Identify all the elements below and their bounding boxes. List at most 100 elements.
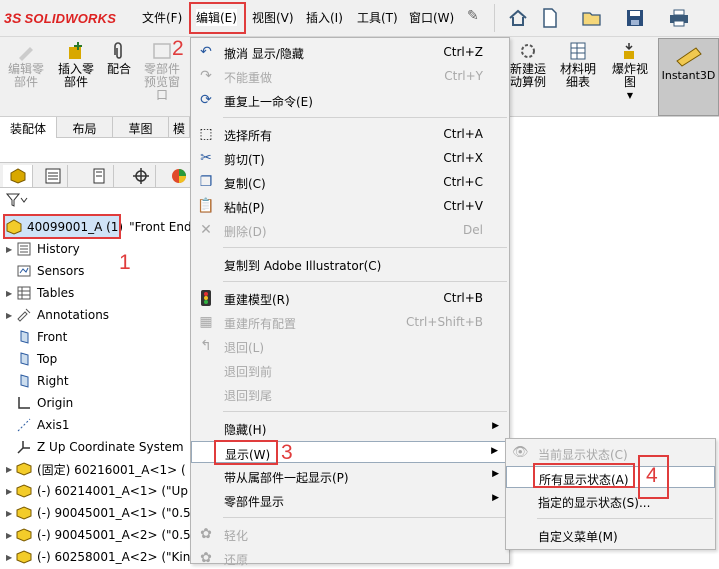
copy-icon: ❐ xyxy=(199,174,213,190)
filter-icon[interactable] xyxy=(5,192,28,212)
tree-item[interactable]: ▶ Tables xyxy=(6,283,74,303)
restore-label: 还原 xyxy=(224,553,249,567)
instant3d-label: Instant3D xyxy=(661,69,716,82)
menu-item-rollback: ↰ 退回(L) xyxy=(191,335,509,357)
menu-item-paste[interactable]: 📋 粘帖(P) Ctrl+V xyxy=(191,195,509,217)
insert-component-button[interactable]: 插入零 部件 xyxy=(54,41,98,89)
solidworks-logo[interactable]: 3S SOLIDWORKS xyxy=(4,9,116,27)
rebuild-all-shortcut: Ctrl+Shift+B xyxy=(406,315,483,329)
expand-arrow-icon[interactable]: ▶ xyxy=(6,465,16,474)
expand-arrow-icon[interactable]: ▶ xyxy=(6,553,16,562)
menu-item-undo[interactable]: ↶ 撤消 显示/隐藏 Ctrl+Z xyxy=(191,41,509,63)
tree-item[interactable]: Front xyxy=(6,327,67,347)
menu-item-repeat-last[interactable]: ⟳ 重复上一命令(E) xyxy=(191,89,509,111)
menu-item-show-with-dependents[interactable]: 带从属部件一起显示(P) ▶ xyxy=(191,465,509,487)
tab-assembly[interactable]: 装配体 xyxy=(0,117,57,138)
tree-item[interactable]: Origin xyxy=(6,393,73,413)
new-motion-study-button[interactable]: 新建运 动算例 xyxy=(508,41,548,89)
tree-item[interactable]: ▶ (固定) 60216001_A<1> ( xyxy=(6,459,186,479)
menu-item-select-all[interactable]: ⬚ 选择所有 Ctrl+A xyxy=(191,123,509,145)
dimxpert-tab-icon[interactable] xyxy=(126,165,156,187)
edit-component-label: 编辑零 部件 xyxy=(7,62,44,89)
copy-label: 复制(C) xyxy=(224,177,266,191)
tree-item[interactable]: ▶ Annotations xyxy=(6,305,109,325)
menu-item-component-display[interactable]: 零部件显示 ▶ xyxy=(191,489,509,511)
submenu-item-specified-states[interactable]: 指定的显示状态(S)... xyxy=(506,490,715,512)
tree-item-label: (-) 60258001_A<2> ("Kin xyxy=(37,550,191,564)
instant3d-button[interactable]: Instant3D xyxy=(658,38,719,116)
menu-separator xyxy=(223,247,507,248)
expand-arrow-icon[interactable]: ▶ xyxy=(6,289,16,298)
submenu-arrow-icon: ▶ xyxy=(491,446,498,456)
edit-component-button[interactable]: 编辑零 部件 xyxy=(6,41,46,89)
menu-insert[interactable]: 插入(I) xyxy=(306,9,343,26)
bom-label: 材料明 细表 xyxy=(559,62,596,89)
plane-icon xyxy=(16,373,32,389)
annotation-box-3 xyxy=(214,440,278,465)
mate-button[interactable]: 配合 xyxy=(104,41,134,76)
tree-item-label: (-) 90045001_A<1> ("0.5 xyxy=(37,506,191,520)
tree-item[interactable]: Z Up Coordinate System xyxy=(6,437,184,457)
mate-label: 配合 xyxy=(106,62,131,76)
customize-label: 自定义菜单(M) xyxy=(538,530,618,544)
dropdown-arrow-icon[interactable]: ▼ xyxy=(608,89,652,102)
tree-item[interactable]: ▶ (-) 90045001_A<2> ("0.5 xyxy=(6,525,191,545)
insert-component-icon xyxy=(69,42,82,59)
menu-view[interactable]: 视图(V) xyxy=(252,9,294,26)
feature-tree-tab-icon[interactable] xyxy=(3,165,33,187)
menu-window[interactable]: 窗口(W) xyxy=(409,9,454,26)
menu-item-rebuild[interactable]: 重建模型(R) Ctrl+B xyxy=(191,287,509,309)
tab-layout[interactable]: 布局 xyxy=(57,117,113,138)
tree-item[interactable]: Top xyxy=(6,349,57,369)
repeat-last-label: 重复上一命令(E) xyxy=(224,95,313,109)
plane-icon xyxy=(16,351,32,367)
expand-arrow-icon[interactable]: ▶ xyxy=(6,311,16,320)
new-file-icon[interactable] xyxy=(537,6,563,30)
pin-icon[interactable]: ✎ xyxy=(467,8,479,24)
configuration-manager-tab-icon[interactable] xyxy=(84,165,114,187)
home-icon[interactable] xyxy=(505,6,531,30)
tab-sketch[interactable]: 草图 xyxy=(113,117,169,138)
tree-item[interactable]: Axis1 xyxy=(6,415,70,435)
tree-item-label: Front xyxy=(37,330,68,344)
exploded-view-button[interactable]: 爆炸视 图 ▼ xyxy=(608,41,652,102)
submenu-item-current-state: 👁 当前显示状态(C) xyxy=(506,442,715,464)
open-folder-icon[interactable] xyxy=(580,6,606,30)
roll-forward-label: 退回到前 xyxy=(224,365,273,379)
bom-button[interactable]: 材料明 细表 xyxy=(556,41,600,89)
expand-arrow-icon[interactable]: ▶ xyxy=(6,245,16,254)
expand-arrow-icon[interactable]: ▶ xyxy=(6,487,16,496)
print-icon[interactable] xyxy=(666,6,692,30)
tree-item[interactable]: ▶ (-) 90045001_A<1> ("0.5 xyxy=(6,503,191,523)
preview-window-icon xyxy=(153,43,171,59)
lightweight-icon: ✿ xyxy=(200,526,212,542)
menu-item-hide[interactable]: 隐藏(H) ▶ xyxy=(191,417,509,439)
tree-item[interactable]: ▶ (-) 60258001_A<2> ("Kin xyxy=(6,547,190,567)
menu-item-copy[interactable]: ❐ 复制(C) Ctrl+C xyxy=(191,171,509,193)
menu-item-copy-to-illustrator[interactable]: 复制到 Adobe Illustrator(C) xyxy=(191,253,509,275)
history-icon xyxy=(16,241,32,257)
expand-arrow-icon[interactable]: ▶ xyxy=(6,509,16,518)
menu-separator xyxy=(223,117,507,118)
tree-item[interactable]: Right xyxy=(6,371,69,391)
expand-arrow-icon[interactable]: ▶ xyxy=(6,531,16,540)
tree-item[interactable]: ▶ (-) 60214001_A<1> ("Up xyxy=(6,481,188,501)
property-manager-tab-icon[interactable] xyxy=(38,165,68,187)
tree-item-label: (固定) 60216001_A<1> ( xyxy=(37,462,186,477)
submenu-item-customize[interactable]: 自定义菜单(M) xyxy=(506,524,715,546)
tree-item[interactable]: Sensors xyxy=(6,261,84,281)
exploded-view-label: 爆炸视 图 xyxy=(611,62,648,89)
command-tabs: 装配体 布局 草图 模 xyxy=(0,117,190,138)
save-icon[interactable] xyxy=(622,6,648,30)
menu-item-cut[interactable]: ✂ 剪切(T) Ctrl+X xyxy=(191,147,509,169)
tree-root-config: "Front End xyxy=(129,220,192,234)
tree-item[interactable]: ▶ History xyxy=(6,239,80,259)
menu-file[interactable]: 文件(F) xyxy=(142,9,182,26)
menu-tools[interactable]: 工具(T) xyxy=(357,9,398,26)
tab-more[interactable]: 模 xyxy=(169,117,190,138)
paste-shortcut: Ctrl+V xyxy=(443,199,483,213)
menu-item-rebuild-all: ▦ 重建所有配置 Ctrl+Shift+B xyxy=(191,311,509,333)
ruler-icon xyxy=(675,47,702,67)
component-preview-label: 零部件 预览窗 口 xyxy=(143,62,180,102)
bom-table-icon xyxy=(570,42,586,60)
